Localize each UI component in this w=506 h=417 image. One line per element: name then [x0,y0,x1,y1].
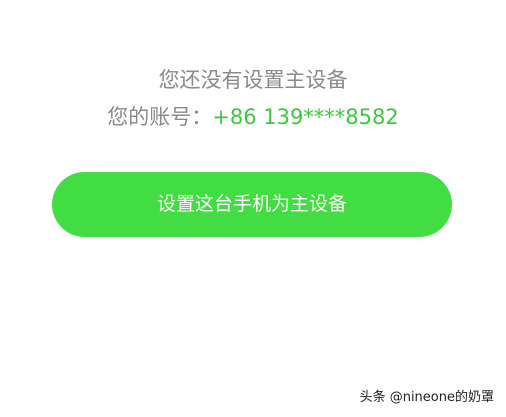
main-message-title: 您还没有设置主设备 [158,68,348,92]
account-phone-number: +86 139****8582 [212,105,399,129]
account-line: 您的账号：+86 139****8582 [0,101,506,133]
set-primary-device-button[interactable]: 设置这台手机为主设备 [52,172,452,237]
watermark: 头条 @nineone的奶罩 [359,390,494,405]
account-label: 您的账号： [107,105,213,129]
